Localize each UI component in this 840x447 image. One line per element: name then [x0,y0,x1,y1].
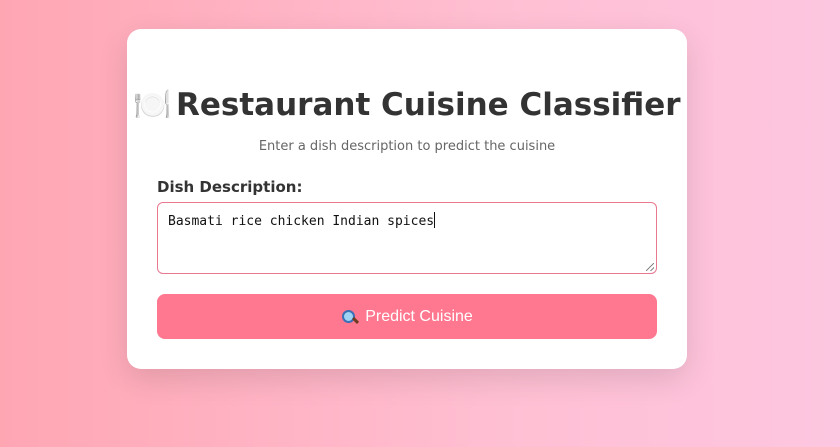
dish-description-value: Basmati rice chicken Indian spices [168,214,435,229]
predict-cuisine-button[interactable]: Predict Cuisine [157,294,657,339]
dish-description-label: Dish Description: [157,178,303,196]
plate-with-cutlery-icon: 🍽️ [133,87,173,123]
text-caret [434,212,436,228]
resize-grip-icon[interactable] [646,263,654,271]
predict-cuisine-label: Predict Cuisine [365,307,473,325]
page-title: 🍽️ Restaurant Cuisine Classifier [127,83,687,127]
classifier-card: 🍽️ Restaurant Cuisine Classifier Enter a … [127,29,687,369]
magnifying-glass-icon [341,309,360,325]
dish-description-textarea[interactable]: Basmati rice chicken Indian spices [157,202,657,274]
page-title-text: Restaurant Cuisine Classifier [176,87,681,123]
page-subtitle: Enter a dish description to predict the … [258,139,556,154]
